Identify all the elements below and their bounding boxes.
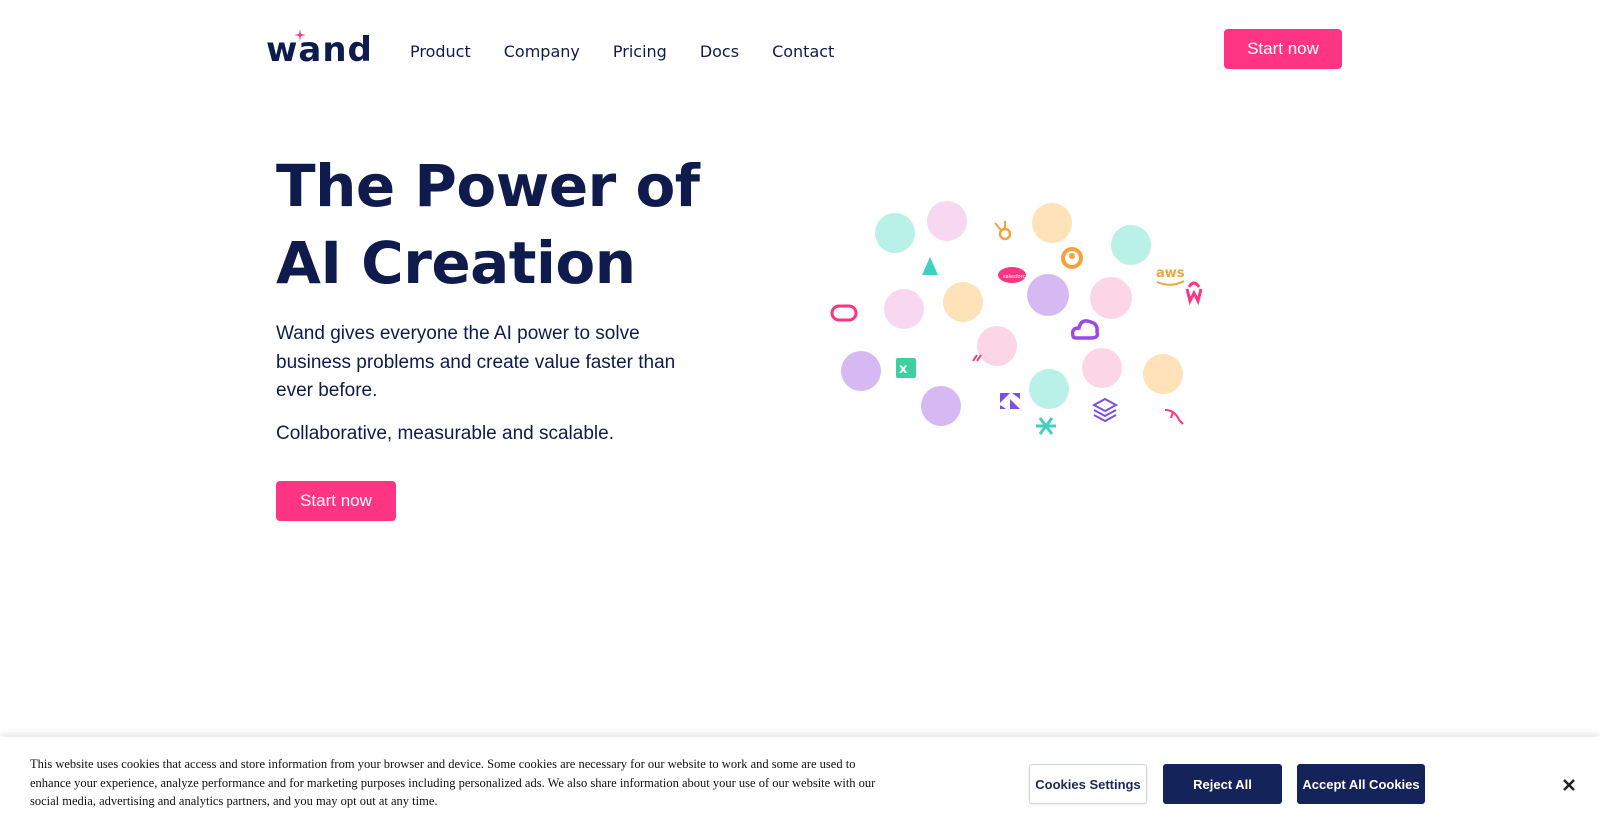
deco-circle bbox=[1082, 348, 1122, 388]
mysql-icon bbox=[1164, 409, 1184, 425]
deco-circle bbox=[921, 386, 961, 426]
databricks-icon bbox=[1091, 397, 1119, 423]
deco-circle bbox=[1027, 274, 1069, 316]
w-icon bbox=[1185, 281, 1203, 306]
deco-circle bbox=[943, 282, 983, 322]
dash-icon bbox=[972, 354, 982, 362]
hero-description: Wand gives everyone the AI power to solv… bbox=[276, 323, 676, 401]
google-cloud-icon bbox=[1070, 319, 1100, 340]
wand-logo[interactable]: wand bbox=[266, 29, 382, 70]
hero-title: The Power of AI Creation bbox=[276, 148, 736, 302]
deco-circle bbox=[884, 289, 924, 329]
deco-circle bbox=[1143, 354, 1183, 394]
deco-circle bbox=[1029, 369, 1069, 409]
svg-text:salesforce: salesforce bbox=[1003, 274, 1028, 280]
deco-circle bbox=[1090, 277, 1132, 319]
logo-wordmark: wand bbox=[266, 30, 373, 70]
nav-item-contact[interactable]: Contact bbox=[772, 40, 834, 64]
site-header: wand Product Company Pricing Docs Contac… bbox=[0, 0, 1600, 100]
svg-text:x: x bbox=[899, 362, 908, 377]
hero-subtext: Collaborative, measurable and scalable. bbox=[276, 423, 614, 444]
nav-item-product[interactable]: Product bbox=[410, 40, 471, 64]
deco-circle bbox=[927, 201, 967, 241]
oracle-icon bbox=[830, 304, 858, 322]
aws-text: aws bbox=[1156, 266, 1185, 281]
integrations-illustration: aws salesforce x bbox=[830, 201, 1203, 435]
deco-circle bbox=[1111, 225, 1151, 265]
nav-item-company[interactable]: Company bbox=[504, 40, 580, 64]
hubspot-icon bbox=[994, 221, 1012, 241]
accept-all-cookies-button[interactable]: Accept All Cookies bbox=[1297, 764, 1425, 804]
aws-icon: aws bbox=[1156, 266, 1185, 286]
excel-icon: x bbox=[896, 358, 916, 378]
sparkle-icon bbox=[294, 29, 306, 41]
arc-icon bbox=[922, 257, 938, 275]
reject-all-button[interactable]: Reject All bbox=[1163, 764, 1282, 804]
hero-title-line1: The Power of bbox=[276, 152, 700, 220]
nav-item-pricing[interactable]: Pricing bbox=[613, 40, 667, 64]
deco-circle bbox=[1032, 203, 1072, 243]
salesforce-icon: salesforce bbox=[998, 267, 1028, 283]
cookie-text: This website uses cookies that access an… bbox=[30, 757, 876, 808]
cookie-banner: This website uses cookies that access an… bbox=[0, 737, 1600, 834]
close-icon[interactable] bbox=[1558, 774, 1580, 796]
header-start-now-button[interactable]: Start now bbox=[1224, 29, 1342, 69]
hero-start-now-button[interactable]: Start now bbox=[276, 481, 396, 521]
deco-circle bbox=[977, 326, 1017, 366]
deco-circle bbox=[841, 351, 881, 391]
zendesk-icon bbox=[1000, 393, 1020, 409]
main-nav: Product Company Pricing Docs Contact bbox=[410, 40, 867, 64]
deco-circle bbox=[875, 213, 915, 253]
hero-title-line2: AI Creation bbox=[276, 229, 636, 297]
nav-item-docs[interactable]: Docs bbox=[700, 40, 739, 64]
cookies-settings-button[interactable]: Cookies Settings bbox=[1029, 764, 1147, 804]
snowflake-icon bbox=[1036, 417, 1056, 435]
looker-icon bbox=[1061, 247, 1083, 269]
